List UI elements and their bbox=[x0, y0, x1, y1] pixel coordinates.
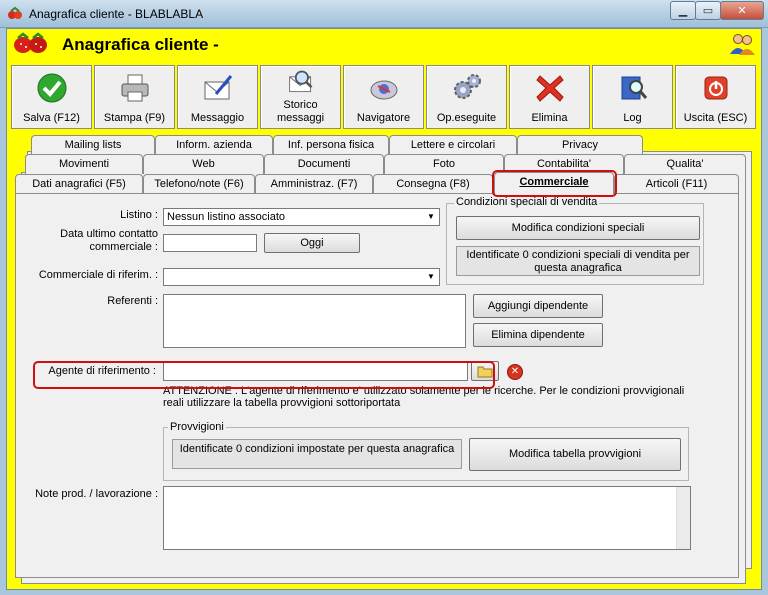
close-button[interactable]: ✕ bbox=[720, 1, 764, 20]
referenti-label: Referenti : bbox=[107, 295, 158, 307]
maximize-button[interactable]: ▭ bbox=[695, 1, 721, 20]
note-lavorazione-label: Note prod. / lavorazione : bbox=[35, 488, 158, 500]
tab-web[interactable]: Web bbox=[143, 154, 264, 174]
tab-foto[interactable]: Foto bbox=[384, 154, 504, 174]
tab-contabilita[interactable]: Contabilita' bbox=[504, 154, 624, 174]
listino-label: Listino : bbox=[120, 209, 158, 221]
compass-icon bbox=[370, 80, 398, 100]
data-contatto-input[interactable] bbox=[163, 234, 257, 252]
tab-lettere-circolari[interactable]: Lettere e circolari bbox=[389, 135, 517, 155]
commerciale-riferim-label: Commerciale di riferim. : bbox=[38, 269, 158, 281]
salva-button[interactable]: Salva (F12) bbox=[11, 65, 92, 129]
strawberry-logo-icon bbox=[14, 32, 47, 53]
commerciale-riferim-select[interactable]: ▼ bbox=[163, 268, 440, 286]
red-x-icon bbox=[536, 75, 564, 102]
envelope-search-icon bbox=[289, 70, 313, 93]
storico-messaggi-label: Storico messaggi bbox=[276, 99, 325, 124]
stampa-label: Stampa (F9) bbox=[103, 112, 166, 124]
navigatore-button[interactable]: Navigatore bbox=[343, 65, 424, 129]
agente-riferimento-label: Agente di riferimento : bbox=[48, 365, 156, 377]
attenzione-text: ATTENZIONE : L'agente di riferimento e' … bbox=[163, 385, 685, 409]
messaggio-button[interactable]: Messaggio bbox=[177, 65, 258, 129]
tab-telefono-note[interactable]: Telefono/note (F6) bbox=[143, 174, 255, 194]
page-title: Anagrafica cliente - bbox=[62, 35, 219, 54]
modifica-condizioni-button[interactable]: Modifica condizioni speciali bbox=[456, 216, 700, 240]
storico-messaggi-button[interactable]: Storico messaggi bbox=[260, 65, 341, 129]
folder-icon bbox=[477, 366, 493, 378]
elimina-button[interactable]: Elimina bbox=[509, 65, 590, 129]
log-label: Log bbox=[623, 112, 642, 124]
referenti-list[interactable] bbox=[163, 294, 466, 348]
tab-qualita[interactable]: Qualita' bbox=[624, 154, 746, 174]
messaggio-label: Messaggio bbox=[190, 112, 245, 124]
tab-articoli[interactable]: Articoli (F11) bbox=[614, 174, 739, 194]
users-icon bbox=[730, 34, 755, 55]
tab-inform-azienda[interactable]: Inform. azienda bbox=[155, 135, 273, 155]
elimina-dipendente-button[interactable]: Elimina dipendente bbox=[473, 323, 603, 347]
oggi-button[interactable]: Oggi bbox=[264, 233, 360, 253]
agente-clear-icon[interactable]: ✕ bbox=[507, 364, 523, 380]
elimina-label: Elimina bbox=[531, 112, 568, 124]
toolbar: Salva (F12) Stampa (F9) Messaggio Storic… bbox=[11, 65, 759, 129]
envelope-pen-icon bbox=[204, 75, 233, 100]
tab-privacy[interactable]: Privacy bbox=[517, 135, 643, 155]
tab-inf-persona-fisica[interactable]: Inf. persona fisica bbox=[273, 135, 389, 155]
stampa-button[interactable]: Stampa (F9) bbox=[94, 65, 175, 129]
condizioni-info: Identificate 0 condizioni speciali di ve… bbox=[456, 246, 700, 276]
tab-amministraz[interactable]: Amministraz. (F7) bbox=[255, 174, 373, 194]
note-lavorazione-textarea[interactable] bbox=[163, 486, 691, 550]
uscita-label: Uscita (ESC) bbox=[683, 112, 748, 124]
minimize-button[interactable]: ▁ bbox=[670, 1, 696, 20]
book-search-icon bbox=[621, 76, 648, 100]
app-icon bbox=[8, 6, 22, 19]
main-frame: Anagrafica cliente - Salva (F12) Stampa … bbox=[6, 28, 762, 590]
provvigioni-info: Identificate 0 condizioni impostate per … bbox=[172, 439, 462, 469]
tab-movimenti[interactable]: Movimenti bbox=[25, 154, 143, 174]
navigatore-label: Navigatore bbox=[356, 112, 411, 124]
data-contatto-label: Data ultimo contatto commerciale : bbox=[60, 228, 158, 253]
power-icon bbox=[704, 76, 728, 100]
modifica-provvigioni-button[interactable]: Modifica tabella provvigioni bbox=[469, 438, 681, 471]
listino-select[interactable]: Nessun listino associato ▼ bbox=[163, 208, 440, 226]
condizioni-speciali-title: Condizioni speciali di vendita bbox=[454, 196, 600, 208]
salva-label: Salva (F12) bbox=[23, 112, 80, 124]
tab-commerciale[interactable]: Commerciale bbox=[494, 172, 614, 194]
window-title: Anagrafica cliente - BLABLABLA bbox=[29, 7, 204, 21]
listino-value: Nessun listino associato bbox=[167, 211, 286, 223]
note-scrollbar[interactable] bbox=[676, 487, 690, 549]
uscita-button[interactable]: Uscita (ESC) bbox=[675, 65, 756, 129]
tab-documenti[interactable]: Documenti bbox=[264, 154, 384, 174]
agente-browse-button[interactable] bbox=[471, 361, 499, 381]
window-titlebar: Anagrafica cliente - BLABLABLA ▁ ▭ ✕ bbox=[0, 0, 768, 28]
checkmark-icon bbox=[37, 73, 67, 103]
provvigioni-title: Provvigioni bbox=[168, 421, 226, 433]
chevron-down-icon[interactable]: ▼ bbox=[424, 270, 438, 284]
printer-icon bbox=[121, 74, 149, 102]
tab-mailing-lists[interactable]: Mailing lists bbox=[31, 135, 155, 155]
op-eseguite-button[interactable]: Op.eseguite bbox=[426, 65, 507, 129]
tab-dati-anagrafici[interactable]: Dati anagrafici (F5) bbox=[15, 174, 143, 194]
op-eseguite-label: Op.eseguite bbox=[436, 112, 497, 124]
agente-riferimento-input[interactable] bbox=[163, 361, 468, 381]
tab-consegna[interactable]: Consegna (F8) bbox=[373, 174, 493, 194]
commerciale-panel: Listino : Nessun listino associato ▼ Dat… bbox=[15, 193, 739, 578]
chevron-down-icon[interactable]: ▼ bbox=[424, 210, 438, 224]
aggiungi-dipendente-button[interactable]: Aggiungi dipendente bbox=[473, 294, 603, 318]
gears-icon bbox=[454, 74, 481, 99]
log-button[interactable]: Log bbox=[592, 65, 673, 129]
